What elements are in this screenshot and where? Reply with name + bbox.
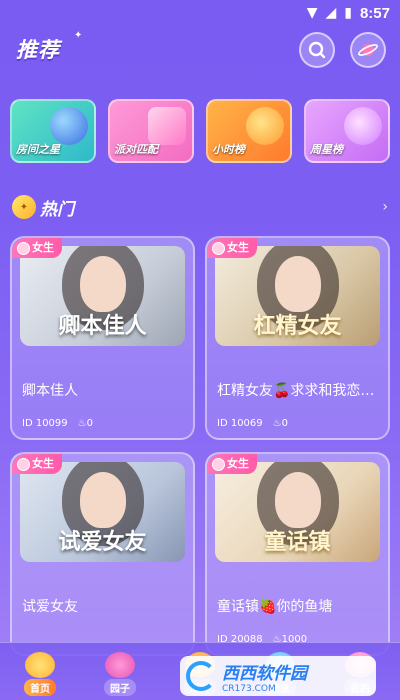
cover-title: 试爱女友 — [58, 529, 147, 555]
tab-label: 首页 — [24, 679, 56, 696]
header: 推荐 ✦ — [0, 30, 400, 76]
hot-badge-icon: ✦ — [12, 195, 36, 219]
category-row: 房间之星 派对匹配 小时榜 周星榜 — [10, 99, 390, 163]
portrait-image — [274, 256, 321, 312]
room-card[interactable]: 杠精女友 女生 杠精女友🍒求求和我恋… ID 10069 ♨0 — [205, 236, 390, 440]
portrait-image — [79, 472, 126, 528]
category-label: 小时榜 — [212, 143, 245, 156]
clock-icon — [246, 107, 284, 145]
section-title: 热门 — [40, 199, 74, 220]
cover-title: 卿本佳人 — [58, 313, 147, 339]
room-id: ID 10069 — [217, 418, 263, 429]
room-cover-image: 杠精女友 — [215, 246, 380, 346]
wifi-icon: ▼ — [306, 5, 318, 21]
portrait-image — [274, 472, 321, 528]
room-meta: ID 10099 ♨0 — [22, 418, 93, 429]
room-heat: 0 — [86, 418, 93, 429]
gender-tag: 女生 — [207, 238, 257, 258]
room-heat: 0 — [281, 418, 288, 429]
tab-garden[interactable]: 园子 — [90, 652, 150, 696]
flame-icon: ♨ — [272, 418, 282, 429]
category-hourly-rank[interactable]: 小时榜 — [206, 99, 292, 163]
gender-tag: 女生 — [12, 454, 62, 474]
category-label: 派对匹配 — [114, 143, 158, 156]
category-label: 周星榜 — [310, 143, 343, 156]
gender-tag: 女生 — [12, 238, 62, 258]
clock: 8:57 — [359, 4, 390, 22]
room-grid: 卿本佳人 女生 卿本佳人 ID 10099 ♨0 杠精女友 女生 杠精女友🍒求求… — [10, 236, 390, 656]
room-cover-image: 试爱女友 — [20, 462, 185, 562]
page-title: 推荐 — [16, 38, 60, 62]
flame-icon: ♨ — [77, 418, 87, 429]
category-room-star[interactable]: 房间之星 — [10, 99, 96, 163]
category-party-match[interactable]: 派对匹配 — [108, 99, 194, 163]
photo-icon — [148, 107, 186, 145]
room-card[interactable]: 卿本佳人 女生 卿本佳人 ID 10099 ♨0 — [10, 236, 195, 440]
site-watermark: 西西软件园 CR173.COM — [180, 656, 376, 696]
sparkle-icon: ✦ — [74, 30, 83, 41]
heart-icon — [344, 107, 382, 145]
room-meta: ID 10069 ♨0 — [217, 418, 288, 429]
planet-button[interactable] — [350, 32, 386, 68]
planet-icon — [50, 107, 88, 145]
hot-section-header[interactable]: ✦ 热门 › — [12, 193, 388, 221]
room-cover-image: 卿本佳人 — [20, 246, 185, 346]
category-weekly-star[interactable]: 周星榜 — [304, 99, 390, 163]
tab-home[interactable]: 首页 — [10, 652, 70, 696]
signal-icon: ◢ — [325, 5, 337, 21]
room-card[interactable]: 试爱女友 女生 试爱女友 — [10, 452, 195, 656]
gem-icon — [105, 652, 135, 678]
cover-title: 童话镇 — [264, 529, 331, 555]
room-name: 试爱女友 — [22, 599, 78, 615]
search-button[interactable] — [299, 32, 335, 68]
status-bar: ▼ ◢ ▮ 8:57 — [0, 0, 400, 26]
room-card[interactable]: 童话镇 女生 童话镇🍓你的鱼塘 ID 20088 ♨1000 — [205, 452, 390, 656]
category-label: 房间之星 — [16, 143, 60, 156]
room-id: ID 10099 — [22, 418, 68, 429]
room-name: 童话镇🍓你的鱼塘 — [217, 599, 333, 615]
planet-icon — [358, 44, 378, 56]
watermark-logo-icon — [186, 661, 216, 691]
room-name: 杠精女友🍒求求和我恋… — [217, 383, 375, 399]
watermark-url: CR173.COM — [222, 683, 276, 694]
watermark-title: 西西软件园 — [222, 663, 307, 684]
cover-title: 杠精女友 — [253, 313, 342, 339]
tab-label: 园子 — [104, 679, 136, 696]
chevron-right-icon[interactable]: › — [382, 199, 388, 215]
portrait-image — [79, 256, 126, 312]
search-icon — [308, 41, 326, 59]
room-cover-image: 童话镇 — [215, 462, 380, 562]
room-name: 卿本佳人 — [22, 383, 78, 399]
gender-tag: 女生 — [207, 454, 257, 474]
battery-icon: ▮ — [344, 5, 352, 21]
home-icon — [25, 652, 55, 678]
